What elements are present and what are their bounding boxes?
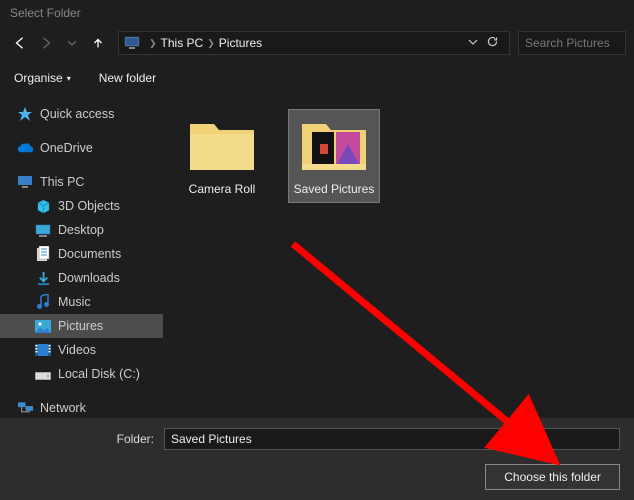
content-pane[interactable]: Camera Roll Saved Pictures (163, 94, 634, 436)
sidebar-item-onedrive[interactable]: OneDrive (0, 136, 163, 160)
chevron-right-icon: ❯ (149, 38, 157, 49)
sidebar-item-quick-access[interactable]: Quick access (0, 102, 163, 126)
sidebar-item-pictures[interactable]: Pictures (0, 314, 163, 338)
sidebar: Quick access OneDrive This PC 3D Objects… (0, 94, 163, 436)
pc-icon (16, 173, 34, 191)
drive-icon (34, 365, 52, 383)
forward-button[interactable] (34, 31, 58, 55)
recent-dropdown[interactable] (60, 31, 84, 55)
cube-icon (34, 197, 52, 215)
desktop-icon (34, 221, 52, 239)
network-icon (16, 399, 34, 417)
refresh-icon[interactable] (486, 35, 499, 51)
sidebar-item-videos[interactable]: Videos (0, 338, 163, 362)
choose-folder-button[interactable]: Choose this folder (485, 464, 620, 490)
sidebar-item-downloads[interactable]: Downloads (0, 266, 163, 290)
music-icon (34, 293, 52, 311)
sidebar-item-documents[interactable]: Documents (0, 242, 163, 266)
folder-icon (298, 114, 370, 176)
new-folder-button[interactable]: New folder (99, 71, 156, 85)
download-icon (34, 269, 52, 287)
sidebar-item-desktop[interactable]: Desktop (0, 218, 163, 242)
sidebar-item-local-disk[interactable]: Local Disk (C:) (0, 362, 163, 386)
folder-icon (186, 114, 258, 176)
sidebar-item-network[interactable]: Network (0, 396, 163, 420)
pictures-icon (34, 317, 52, 335)
chevron-down-icon: ▾ (67, 74, 71, 83)
sidebar-item-3d-objects[interactable]: 3D Objects (0, 194, 163, 218)
window-title: Select Folder (0, 0, 634, 28)
breadcrumb-segment[interactable]: This PC (161, 36, 204, 50)
sidebar-item-this-pc[interactable]: This PC (0, 170, 163, 194)
history-dropdown-icon[interactable] (468, 36, 478, 50)
documents-icon (34, 245, 52, 263)
toolbar: Organise ▾ New folder (0, 62, 634, 94)
back-button[interactable] (8, 31, 32, 55)
star-icon (16, 105, 34, 123)
organise-menu[interactable]: Organise ▾ (14, 71, 71, 85)
footer: Folder: Choose this folder (0, 418, 634, 500)
search-input[interactable]: Search Pictures (518, 31, 626, 55)
folder-item-camera-roll[interactable]: Camera Roll (177, 110, 267, 202)
chevron-right-icon: ❯ (207, 38, 215, 49)
cloud-icon (16, 139, 34, 157)
folder-item-saved-pictures[interactable]: Saved Pictures (289, 110, 379, 202)
folder-label: Folder: (14, 432, 154, 446)
videos-icon (34, 341, 52, 359)
nav-bar: ❯ This PC ❯ Pictures Search Pictures (0, 28, 634, 58)
pc-icon (123, 34, 141, 52)
folder-name-input[interactable] (164, 428, 620, 450)
sidebar-item-music[interactable]: Music (0, 290, 163, 314)
address-bar[interactable]: ❯ This PC ❯ Pictures (118, 31, 510, 55)
breadcrumb-segment[interactable]: Pictures (219, 36, 262, 50)
up-button[interactable] (86, 31, 110, 55)
